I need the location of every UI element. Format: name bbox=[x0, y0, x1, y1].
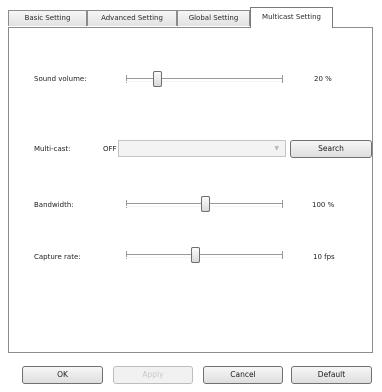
sound-volume-label: Sound volume: bbox=[34, 75, 87, 83]
cancel-button[interactable]: Cancel bbox=[203, 366, 283, 384]
multicast-address-select[interactable]: ▼ bbox=[118, 140, 286, 157]
multicast-label: Multi-cast: bbox=[34, 145, 71, 153]
tab-global-setting[interactable]: Global Setting bbox=[177, 10, 250, 26]
capture-rate-slider[interactable] bbox=[126, 247, 283, 263]
tab-advanced-setting[interactable]: Advanced Setting bbox=[87, 10, 177, 26]
search-button[interactable]: Search bbox=[290, 140, 372, 158]
chevron-down-icon: ▼ bbox=[274, 145, 279, 152]
default-button[interactable]: Default bbox=[291, 366, 372, 384]
slider-thumb[interactable] bbox=[191, 247, 201, 263]
slider-max-tick bbox=[282, 200, 283, 208]
capture-rate-label: Capture rate: bbox=[34, 253, 81, 261]
bandwidth-value: 100 % bbox=[312, 201, 335, 209]
tab-multicast-setting[interactable]: Multicast Setting bbox=[250, 7, 333, 28]
slider-track bbox=[126, 78, 283, 82]
multicast-state: OFF bbox=[103, 145, 117, 153]
slider-track bbox=[126, 254, 283, 258]
slider-thumb[interactable] bbox=[153, 71, 163, 87]
bandwidth-label: Bandwidth: bbox=[34, 201, 74, 209]
slider-thumb[interactable] bbox=[200, 196, 210, 212]
slider-max-tick bbox=[282, 75, 283, 83]
ok-button[interactable]: OK bbox=[22, 366, 103, 384]
sound-volume-slider[interactable] bbox=[126, 71, 283, 87]
bandwidth-slider[interactable] bbox=[126, 196, 283, 212]
capture-rate-value: 10 fps bbox=[313, 253, 335, 261]
sound-volume-value: 20 % bbox=[314, 75, 332, 83]
slider-max-tick bbox=[282, 251, 283, 259]
tab-basic-setting[interactable]: Basic Setting bbox=[8, 10, 87, 26]
apply-button[interactable]: Apply bbox=[113, 366, 193, 384]
